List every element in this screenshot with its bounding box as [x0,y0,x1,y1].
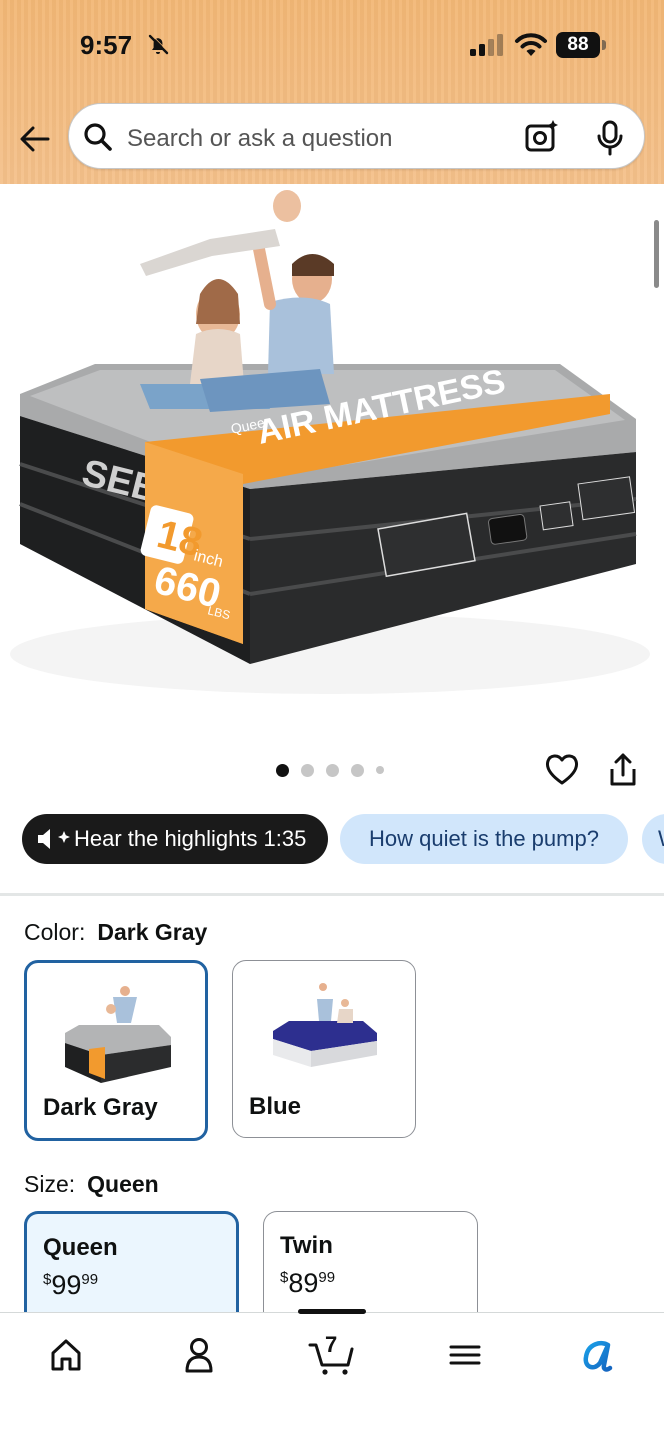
question-chip-next[interactable]: W [642,814,664,864]
share-button[interactable] [606,752,640,788]
color-swatch-blue[interactable]: Blue [232,960,416,1138]
color-swatch-label: Blue [249,1093,302,1120]
color-selected-value: Dark Gray [97,919,208,945]
search-icon [84,123,112,151]
bottom-nav: 7 [0,1309,664,1440]
size-card-price: $9999 [43,1270,99,1300]
product-page: 9:57 88 Search or ask a question AIR MAT… [0,0,664,1440]
battery-level: 88 [556,32,600,58]
carousel-dot[interactable] [326,763,339,777]
menu-icon [449,1345,481,1365]
size-card-name: Queen [43,1234,118,1261]
carousel-dot[interactable] [376,766,384,774]
nav-menu[interactable] [435,1331,495,1377]
scroll-indicator [654,220,659,288]
carousel-dot[interactable] [276,763,289,777]
search-placeholder[interactable]: Search or ask a question [127,125,393,153]
rufus-assistant-icon [583,1340,613,1372]
cart-count: 7 [325,1332,338,1357]
size-card-twin[interactable]: Twin $8999 [263,1211,478,1315]
nav-home[interactable] [36,1331,96,1377]
status-time: 9:57 [80,30,133,60]
section-divider [0,893,664,896]
color-option-title: Color: Dark Gray [24,919,207,946]
camera-lens-icon[interactable] [525,120,559,154]
microphone-icon[interactable] [595,120,625,156]
search-bar[interactable]: Search or ask a question [68,103,645,169]
person-icon [185,1338,213,1373]
carousel-dot[interactable] [351,763,364,777]
share-icon [610,753,636,786]
bell-muted-icon [148,34,169,55]
question-chip-next-label: W [658,826,664,851]
size-card-queen[interactable]: Queen $9999 [24,1211,239,1315]
speaker-sparkle-icon [38,829,70,849]
back-button[interactable] [16,120,54,158]
cellular-signal-icon [470,34,503,56]
size-card-price: $8999 [280,1268,336,1298]
hear-highlights-chip[interactable]: Hear the highlights 1:35 [22,814,328,864]
question-chip-label: How quiet is the pump? [369,826,599,851]
carousel-dots[interactable] [276,762,384,778]
size-selected-value: Queen [87,1171,159,1197]
color-label: Color: [24,919,86,945]
header: 9:57 88 Search or ask a question [0,0,664,184]
air-mattress-photo: SEBOR AIR MATTRESS Queen 18 inch 660 LBS [10,190,650,694]
size-card-name: Twin [280,1232,333,1259]
carousel-dot[interactable] [301,763,314,777]
dark-gray-mattress-thumbnail [65,986,171,1083]
hear-highlights-label: Hear the highlights 1:35 [74,826,307,851]
question-chip[interactable]: How quiet is the pump? [340,814,628,864]
color-swatch-dark-gray[interactable]: Dark Gray [24,960,208,1141]
arrow-left-icon [20,126,50,152]
add-to-list-button[interactable] [543,750,581,788]
heart-icon [545,754,579,785]
wifi-icon [515,33,547,56]
nav-cart[interactable]: 7 [302,1331,362,1377]
size-label: Size: [24,1171,76,1197]
battery-icon: 88 [556,32,606,58]
blue-mattress-thumbnail [273,983,377,1067]
color-swatch-label: Dark Gray [43,1094,158,1121]
home-icon [51,1339,81,1371]
nav-rufus[interactable] [568,1331,628,1377]
nav-account[interactable] [169,1331,229,1377]
size-option-title: Size: Queen [24,1171,159,1198]
active-tab-indicator [298,1309,366,1314]
product-image[interactable]: SEBOR AIR MATTRESS Queen 18 inch 660 LBS [0,184,664,714]
